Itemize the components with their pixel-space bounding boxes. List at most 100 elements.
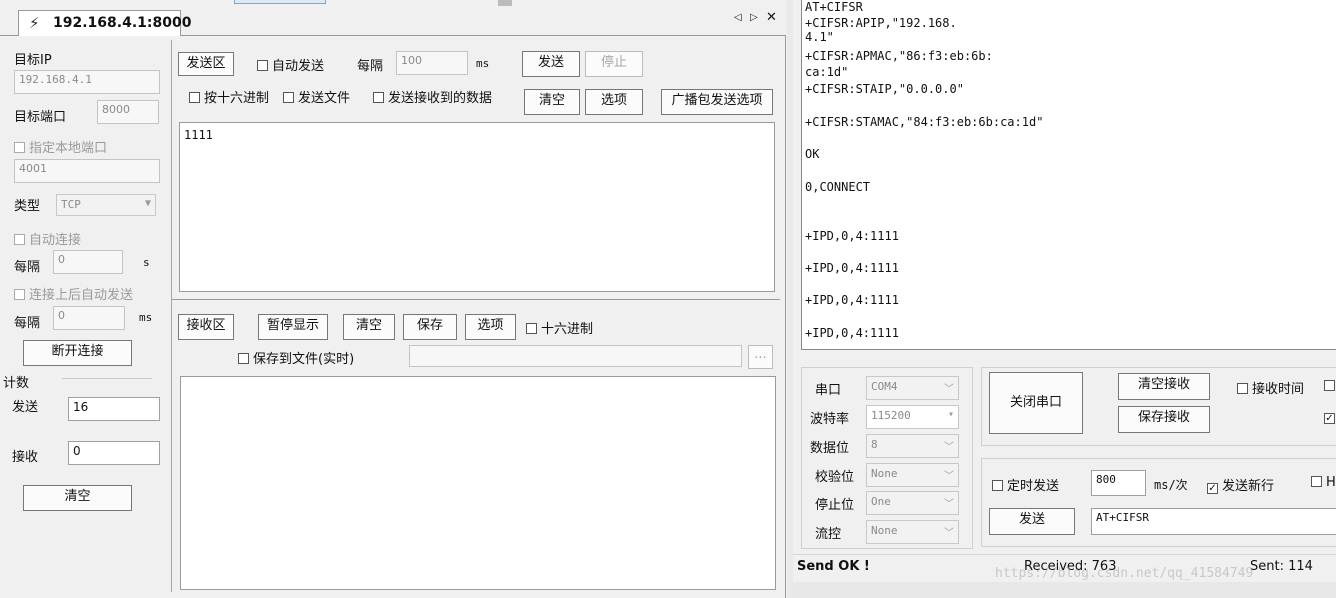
target-ip-input[interactable]: 192.168.4.1 [14, 70, 160, 94]
timed-send-label: 定时发送 [1007, 479, 1060, 494]
browse-button[interactable]: ... [748, 345, 773, 369]
auto-send-check[interactable] [257, 60, 268, 71]
send-options-button[interactable]: 选项 [585, 89, 643, 115]
terminal-line: 0,CONNECT [805, 180, 871, 194]
extra-checkbox-top[interactable] [1324, 380, 1335, 391]
hex-partial-check[interactable] [1311, 476, 1322, 487]
pause-display-button[interactable]: 暂停显示 [258, 314, 328, 340]
flow-select[interactable]: None ﹀ [866, 520, 959, 544]
auto-send-checkbox[interactable]: 自动发送 [257, 55, 324, 74]
terminal-line: +CIFSR:STAMAC,"84:f3:eb:6b:ca:1d" [805, 115, 1044, 129]
parity-select-value: None [871, 467, 898, 480]
close-port-button[interactable]: 关闭串口 [989, 372, 1083, 434]
terminal-line: ca:1d" [805, 65, 849, 79]
timed-interval-input[interactable]: 800 [1091, 470, 1146, 496]
watermark: https://blog.csdn.net/qq_41584749 [995, 566, 1254, 581]
hex-partial-label: H [1326, 475, 1336, 490]
extra-checkbox-checked[interactable] [1324, 413, 1335, 424]
tab-nav-next-icon[interactable]: ▷ [750, 12, 758, 23]
auto-connect-check[interactable] [14, 234, 25, 245]
tab-nav-prev-icon[interactable]: ◁ [734, 12, 742, 23]
timed-send-checkbox[interactable]: 定时发送 [992, 475, 1059, 494]
terminal-line: +IPD,0,4:1111 [805, 229, 899, 243]
send-recv-checkbox[interactable]: 发送接收到的数据 [373, 87, 492, 106]
baud-label: 波特率 [810, 412, 850, 427]
target-port-label: 目标端口 [14, 110, 67, 125]
sent-count-label: 发送 [12, 400, 39, 415]
stopbits-label: 停止位 [815, 498, 855, 513]
hex-partial-checkbox[interactable]: H [1311, 475, 1336, 490]
tab-active[interactable]: ⚡ 192.168.4.1:8000 [18, 10, 191, 36]
interval-unit: s [143, 256, 150, 269]
type-select[interactable]: TCP ▼ [56, 194, 156, 216]
stopbits-select[interactable]: One ﹀ [866, 491, 959, 515]
port-label: 串口 [815, 383, 842, 398]
send-recv-check[interactable] [373, 92, 384, 103]
send-newline-check[interactable] [1207, 483, 1218, 494]
serial-send-button[interactable]: 发送 [989, 508, 1075, 535]
serial-window: AT+CIFSR +CIFSR:APIP,"192.168. 4.1" +CIF… [793, 0, 1336, 598]
send-clear-button[interactable]: 清空 [524, 89, 580, 115]
terminal-line: +IPD,0,4:1111 [805, 261, 899, 275]
timed-send-check[interactable] [992, 480, 1003, 491]
recv-time-check[interactable] [1237, 383, 1248, 394]
terminal-line: AT+CIFSR [805, 0, 863, 14]
terminal-line: 4.1" [805, 30, 834, 44]
stop-button[interactable]: 停止 [585, 51, 643, 77]
send-area-label: 发送区 [178, 52, 234, 76]
auto-connect-checkbox[interactable]: 自动连接 [14, 229, 81, 248]
terminal-line: +IPD,0,4:1111 [805, 293, 899, 307]
save-to-file-checkbox[interactable]: 保存到文件(实时) [238, 348, 354, 367]
save-file-path-input[interactable] [409, 345, 742, 367]
recv-clear-button[interactable]: 清空 [343, 314, 395, 340]
hex-send-checkbox[interactable]: 按十六进制 [189, 87, 269, 106]
every-unit: ms [476, 57, 490, 70]
local-port-label: 指定本地端口 [29, 141, 108, 156]
send-textarea[interactable]: 1111 [179, 122, 775, 292]
local-port-input[interactable]: 4001 [14, 159, 160, 183]
auto-send-after-connect-checkbox[interactable]: 连接上后自动发送 [14, 284, 133, 303]
recv-time-label: 接收时间 [1252, 382, 1305, 397]
recv-save-button[interactable]: 保存 [403, 314, 457, 340]
databits-select[interactable]: 8 ﹀ [866, 434, 959, 458]
recv-hex-check[interactable] [526, 323, 537, 334]
recv-textarea[interactable] [180, 376, 776, 590]
interval-input[interactable]: 0 [53, 250, 123, 274]
serial-send-input[interactable]: AT+CIFSR [1091, 508, 1336, 535]
recv-hex-checkbox[interactable]: 十六进制 [526, 318, 593, 337]
port-select[interactable]: COM4 ﹀ [866, 376, 959, 400]
save-to-file-check[interactable] [238, 353, 249, 364]
status-sent: Sent: 114 [1250, 559, 1313, 574]
port-select-value: COM4 [871, 380, 898, 393]
save-recv-button[interactable]: 保存接收 [1118, 406, 1210, 433]
count-clear-button[interactable]: 清空 [23, 485, 132, 511]
disconnect-button[interactable]: 断开连接 [23, 340, 132, 366]
top-leftover-highlight [234, 0, 326, 4]
recv-hex-label: 十六进制 [541, 322, 594, 337]
flow-label: 流控 [815, 527, 842, 542]
recv-area-label: 接收区 [178, 314, 234, 340]
tab-close-icon[interactable]: ✕ [766, 10, 777, 25]
auto-send-after-connect-check[interactable] [14, 289, 25, 300]
databits-select-value: 8 [871, 438, 878, 451]
hex-send-check[interactable] [189, 92, 200, 103]
send-file-checkbox[interactable]: 发送文件 [283, 87, 350, 106]
clear-recv-button[interactable]: 清空接收 [1118, 373, 1210, 400]
dropdown-arrow-icon: ▼ [144, 198, 151, 209]
parity-select[interactable]: None ﹀ [866, 463, 959, 487]
terminal-line: +CIFSR:STAIP,"0.0.0.0" [805, 82, 964, 96]
every-input[interactable]: 100 [396, 51, 468, 75]
target-port-input[interactable]: 8000 [97, 100, 159, 124]
send-button[interactable]: 发送 [522, 51, 580, 77]
local-port-checkbox[interactable]: 指定本地端口 [14, 137, 107, 156]
databits-label: 数据位 [810, 441, 850, 456]
recv-time-checkbox[interactable]: 接收时间 [1237, 378, 1304, 397]
recv-options-button[interactable]: 选项 [465, 314, 516, 340]
timed-unit: ms/次 [1154, 478, 1188, 492]
interval2-input[interactable]: 0 [53, 306, 125, 330]
baud-select[interactable]: 115200 ▾ [866, 405, 959, 429]
send-file-check[interactable] [283, 92, 294, 103]
broadcast-options-button[interactable]: 广播包发送选项 [661, 89, 773, 115]
local-port-check[interactable] [14, 142, 25, 153]
send-newline-checkbox[interactable]: 发送新行 [1207, 475, 1274, 494]
